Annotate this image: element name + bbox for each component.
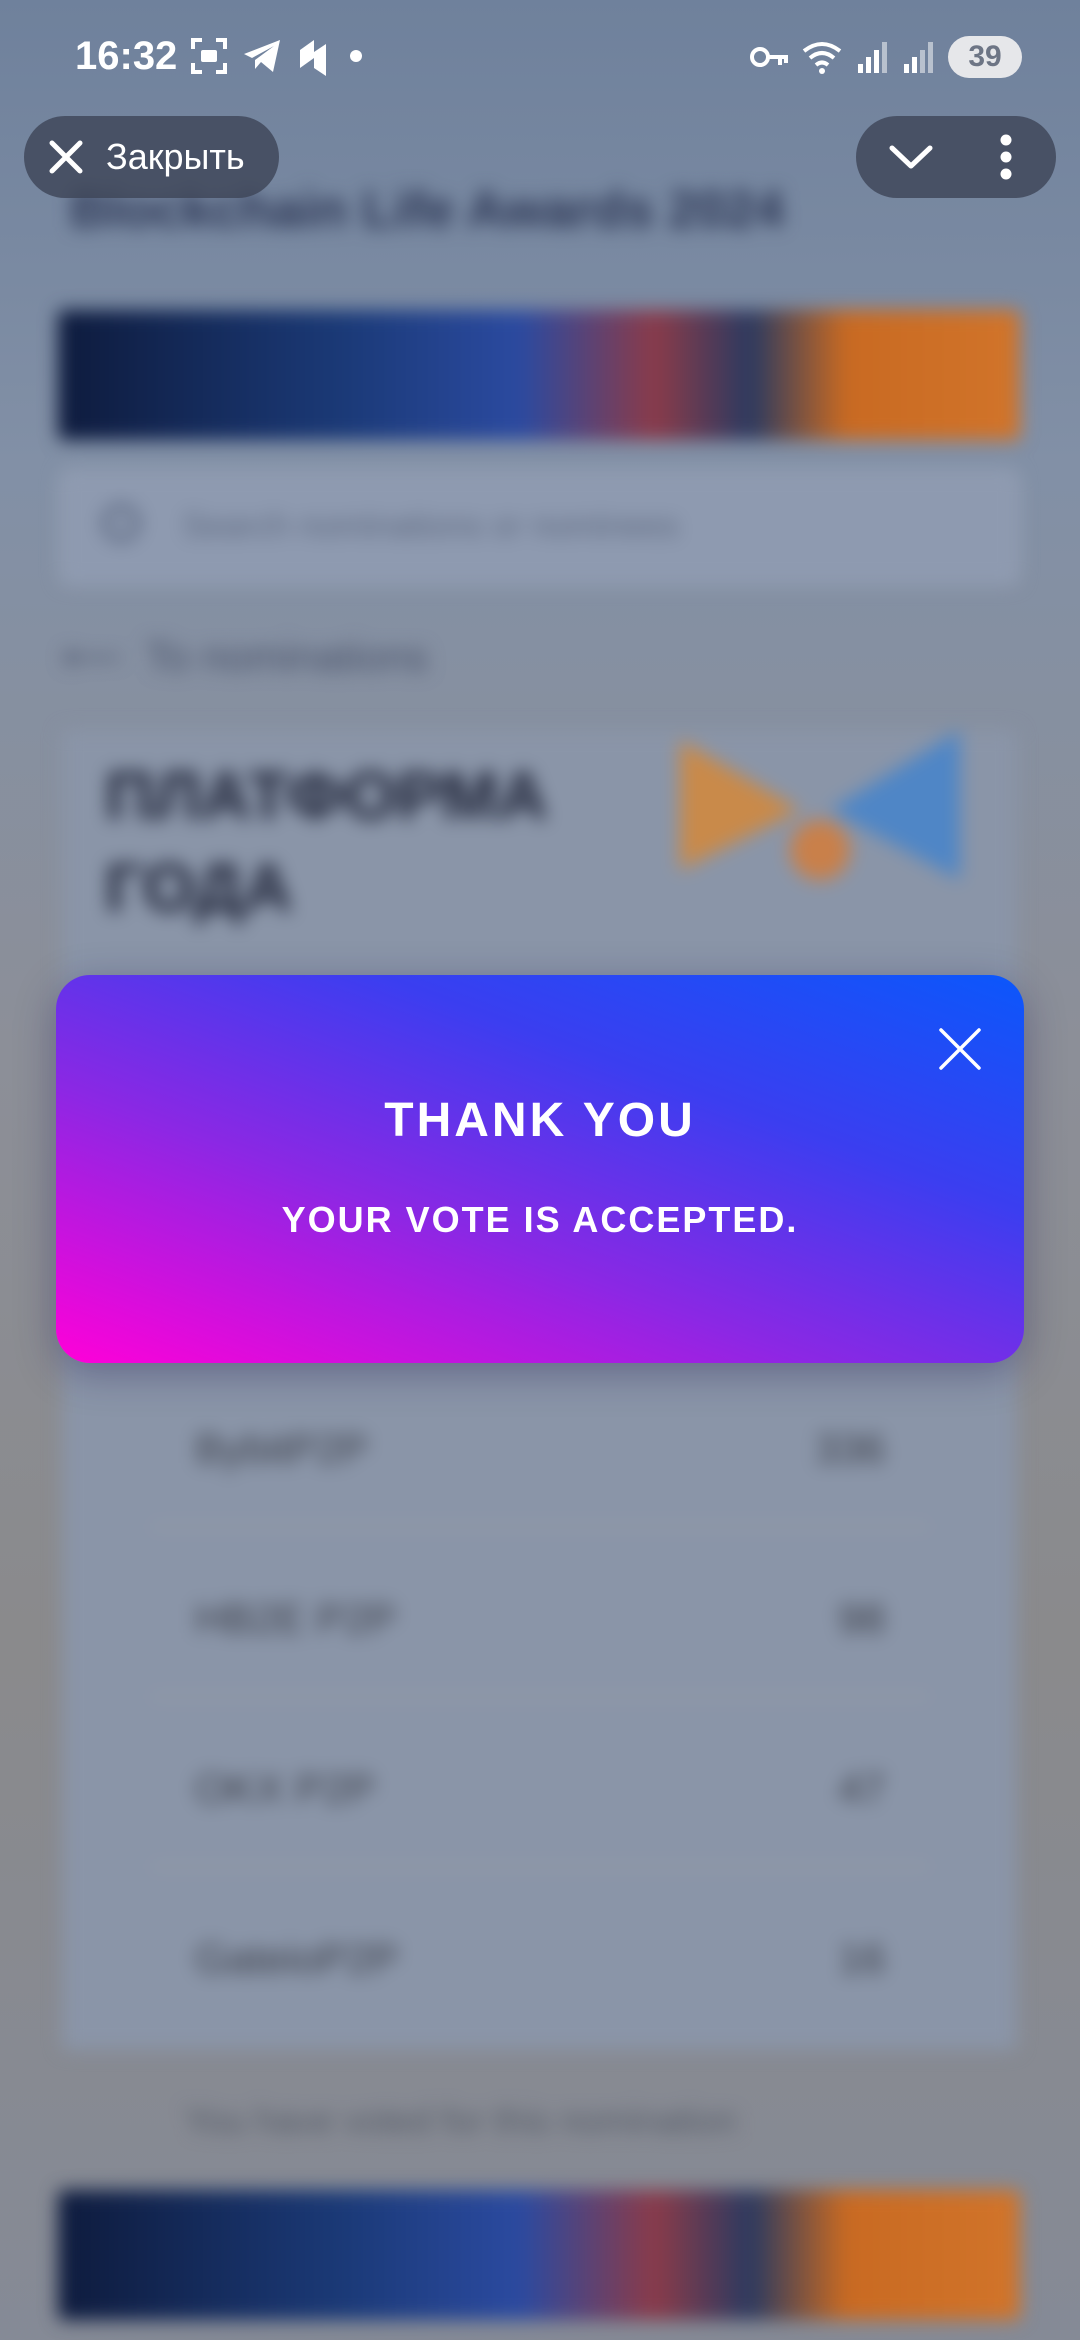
- more-notifications-dot: [350, 50, 362, 62]
- vpn-key-icon: [750, 47, 788, 67]
- background-nomination-heading: ПЛАТФОРМА ГОДА: [105, 758, 548, 926]
- background-result-row: OKX P2P 47: [195, 1765, 885, 1812]
- browser-actions: [856, 116, 1056, 198]
- close-button-label: Закрыть: [106, 136, 245, 177]
- background-banner-top: [58, 310, 1020, 440]
- signal-strength-icon: [858, 42, 887, 73]
- screenshot-icon: [191, 38, 227, 74]
- modal-subtitle: YOUR VOTE IS ACCEPTED.: [281, 1199, 799, 1240]
- wifi-icon: [802, 42, 842, 74]
- background-banner-bottom: [58, 2190, 1020, 2320]
- signal-strength-icon: [904, 42, 933, 73]
- background-search-box: Search nominations or nominees: [60, 470, 1019, 584]
- close-button[interactable]: Закрыть: [24, 116, 279, 198]
- app-notification-icon: [300, 40, 326, 76]
- telegram-icon: [244, 40, 280, 72]
- battery-indicator: 39: [948, 36, 1022, 78]
- background-back-link: ⟵ To nominations: [62, 633, 429, 680]
- status-time: 16:32: [75, 34, 178, 78]
- background-logo-graphic: [680, 730, 960, 880]
- search-icon: [102, 504, 140, 542]
- background-result-row: BybitP2P 336: [195, 1425, 885, 1472]
- status-notification-icons: [190, 36, 362, 76]
- more-options-button[interactable]: [986, 129, 1026, 185]
- collapse-button[interactable]: [886, 133, 936, 181]
- chevron-down-icon: [889, 145, 933, 169]
- close-icon: [49, 140, 83, 174]
- background-divider: [150, 1525, 930, 1528]
- background-search-placeholder: Search nominations or nominees: [182, 507, 680, 545]
- background-footer-note: You have voted for this nomination: [185, 2100, 737, 2141]
- modal-title: THANK YOU: [384, 1094, 696, 1147]
- background-divider: [150, 1865, 930, 1868]
- background-result-row: GateioP2P 16: [195, 1935, 885, 1982]
- more-vertical-icon: [1000, 134, 1012, 180]
- vote-accepted-modal: THANK YOU YOUR VOTE IS ACCEPTED.: [56, 975, 1024, 1363]
- background-result-row: HB2E P2P 98: [195, 1595, 885, 1642]
- modal-close-icon[interactable]: [938, 1027, 982, 1071]
- background-divider: [150, 1695, 930, 1698]
- status-bar: 16:32 39: [0, 0, 1080, 120]
- status-system-icons: 39: [750, 36, 1022, 78]
